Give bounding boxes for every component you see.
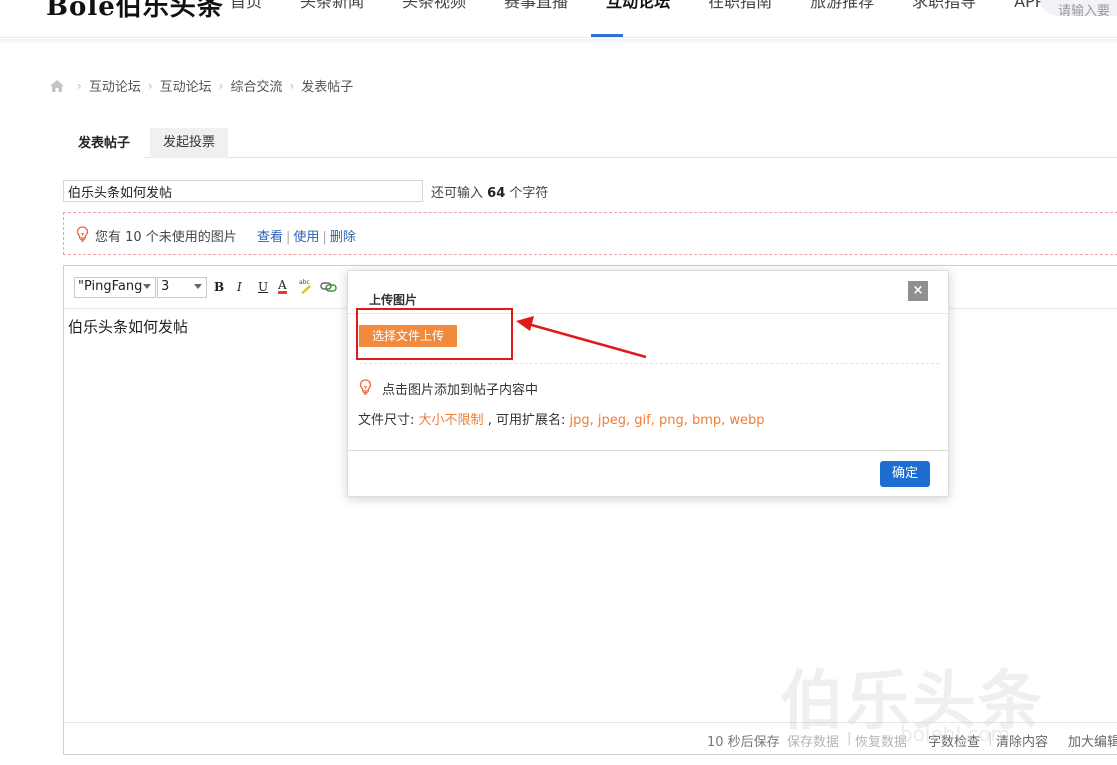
use-images-link[interactable]: 使用	[293, 230, 319, 245]
highlight-icon[interactable]: abc	[298, 278, 314, 294]
size-value: 大小不限制	[418, 413, 484, 428]
font-family-select[interactable]: "PingFang	[74, 277, 156, 298]
breadcrumb-separator: ›	[77, 78, 82, 93]
upload-image-dialog: 上传图片 × 选择文件上传 点击图片添加到帖子内容中 文件尺寸: 大小不限制 ,…	[347, 270, 949, 497]
post-title-input[interactable]	[63, 180, 423, 202]
link-icon[interactable]	[320, 280, 338, 294]
confirm-button[interactable]: 确定	[880, 461, 930, 487]
link-divider: |	[286, 230, 291, 245]
close-icon[interactable]: ×	[908, 281, 928, 301]
breadcrumb-item-forum-root[interactable]: 互动论坛	[89, 76, 141, 95]
annotation-highlight-box	[356, 308, 513, 360]
enlarge-editor-link[interactable]: 加大编辑	[1068, 731, 1117, 750]
top-header: Bole伯乐头条 首页 头条新闻 头条视频 赛事直播 互动论坛 在职指南 旅游推…	[0, 0, 1117, 38]
chevron-down-icon	[194, 284, 202, 289]
post-tabs: 发表帖子 发起投票	[64, 128, 1117, 158]
breadcrumb-item-current: 发表帖子	[301, 80, 354, 95]
delete-images-link[interactable]: 删除	[330, 230, 356, 245]
italic-button[interactable]: I	[237, 280, 242, 294]
breadcrumb-item-forum[interactable]: 互动论坛	[160, 76, 212, 95]
font-size-select[interactable]: 3	[157, 277, 207, 298]
breadcrumb: › 互动论坛 › 互动论坛 › 综合交流 › 发表帖子	[50, 76, 353, 95]
nav-item-jobs[interactable]: 求职指导	[912, 0, 976, 12]
ext-value: jpg, jpeg, gif, png, bmp, webp	[569, 413, 765, 428]
editor-content[interactable]: 伯乐头条如何发帖	[68, 316, 188, 337]
breadcrumb-separator: ›	[147, 78, 153, 93]
lightbulb-icon	[359, 379, 372, 395]
svg-text:abc: abc	[299, 279, 310, 286]
font-color-button[interactable]: A	[278, 279, 287, 294]
char-count-suffix: 个字符	[509, 186, 549, 201]
lightbulb-icon	[76, 226, 89, 242]
font-size-value: 3	[161, 279, 170, 294]
underline-button[interactable]: U	[258, 280, 268, 294]
watermark-url: bolehl.com	[900, 722, 1011, 746]
font-family-value: "PingFang	[78, 279, 143, 294]
nav-item-news[interactable]: 头条新闻	[300, 0, 364, 12]
nav-item-forum[interactable]: 互动论坛	[606, 0, 670, 12]
notice-links: 查看 | 使用 | 删除	[257, 226, 356, 245]
dialog-title: 上传图片	[369, 293, 418, 307]
size-label: 文件尺寸:	[358, 413, 415, 428]
search-input[interactable]: 请输入要	[1040, 0, 1117, 19]
char-count-prefix: 还可输入	[431, 186, 484, 201]
nav-item-travel[interactable]: 旅游推荐	[810, 0, 874, 12]
dialog-tip-text: 点击图片添加到帖子内容中	[382, 383, 539, 398]
unused-images-text: 您有 10 个未使用的图片	[95, 230, 237, 245]
nav-active-indicator	[591, 34, 623, 37]
dialog-footer-divider	[348, 450, 948, 451]
bold-button[interactable]: B	[214, 280, 224, 294]
nav-item-video[interactable]: 头条视频	[402, 0, 466, 12]
tab-new-post[interactable]: 发表帖子	[64, 128, 145, 158]
tab-new-poll[interactable]: 发起投票	[150, 128, 229, 158]
main-nav: 首页 头条新闻 头条视频 赛事直播 互动论坛 在职指南 旅游推荐 求职指导 AP…	[230, 0, 1114, 12]
link-divider: |	[322, 230, 327, 245]
annotation-arrow-icon	[516, 316, 647, 359]
chevron-down-icon	[143, 284, 151, 289]
breadcrumb-separator: ›	[289, 78, 295, 93]
char-count-number: 64	[487, 186, 506, 201]
breadcrumb-separator: ›	[218, 78, 224, 93]
unused-images-notice: 您有 10 个未使用的图片 查看 | 使用 | 删除	[63, 212, 1117, 255]
nav-item-live[interactable]: 赛事直播	[504, 0, 568, 12]
nav-item-guide[interactable]: 在职指南	[708, 0, 772, 12]
file-constraints: 文件尺寸: 大小不限制 , 可用扩展名: jpg, jpeg, gif, png…	[358, 409, 765, 428]
nav-item-home[interactable]: 首页	[230, 0, 262, 12]
ext-label: , 可用扩展名:	[487, 413, 566, 428]
autosave-countdown: 10 秒后保存	[707, 735, 780, 750]
site-logo[interactable]: Bole伯乐头条	[46, 0, 224, 23]
breadcrumb-item-general[interactable]: 综合交流	[230, 76, 282, 95]
header-shadow	[0, 39, 1117, 45]
view-images-link[interactable]: 查看	[257, 230, 283, 245]
char-count: 还可输入 64 个字符	[431, 182, 548, 201]
home-icon[interactable]	[50, 79, 64, 92]
